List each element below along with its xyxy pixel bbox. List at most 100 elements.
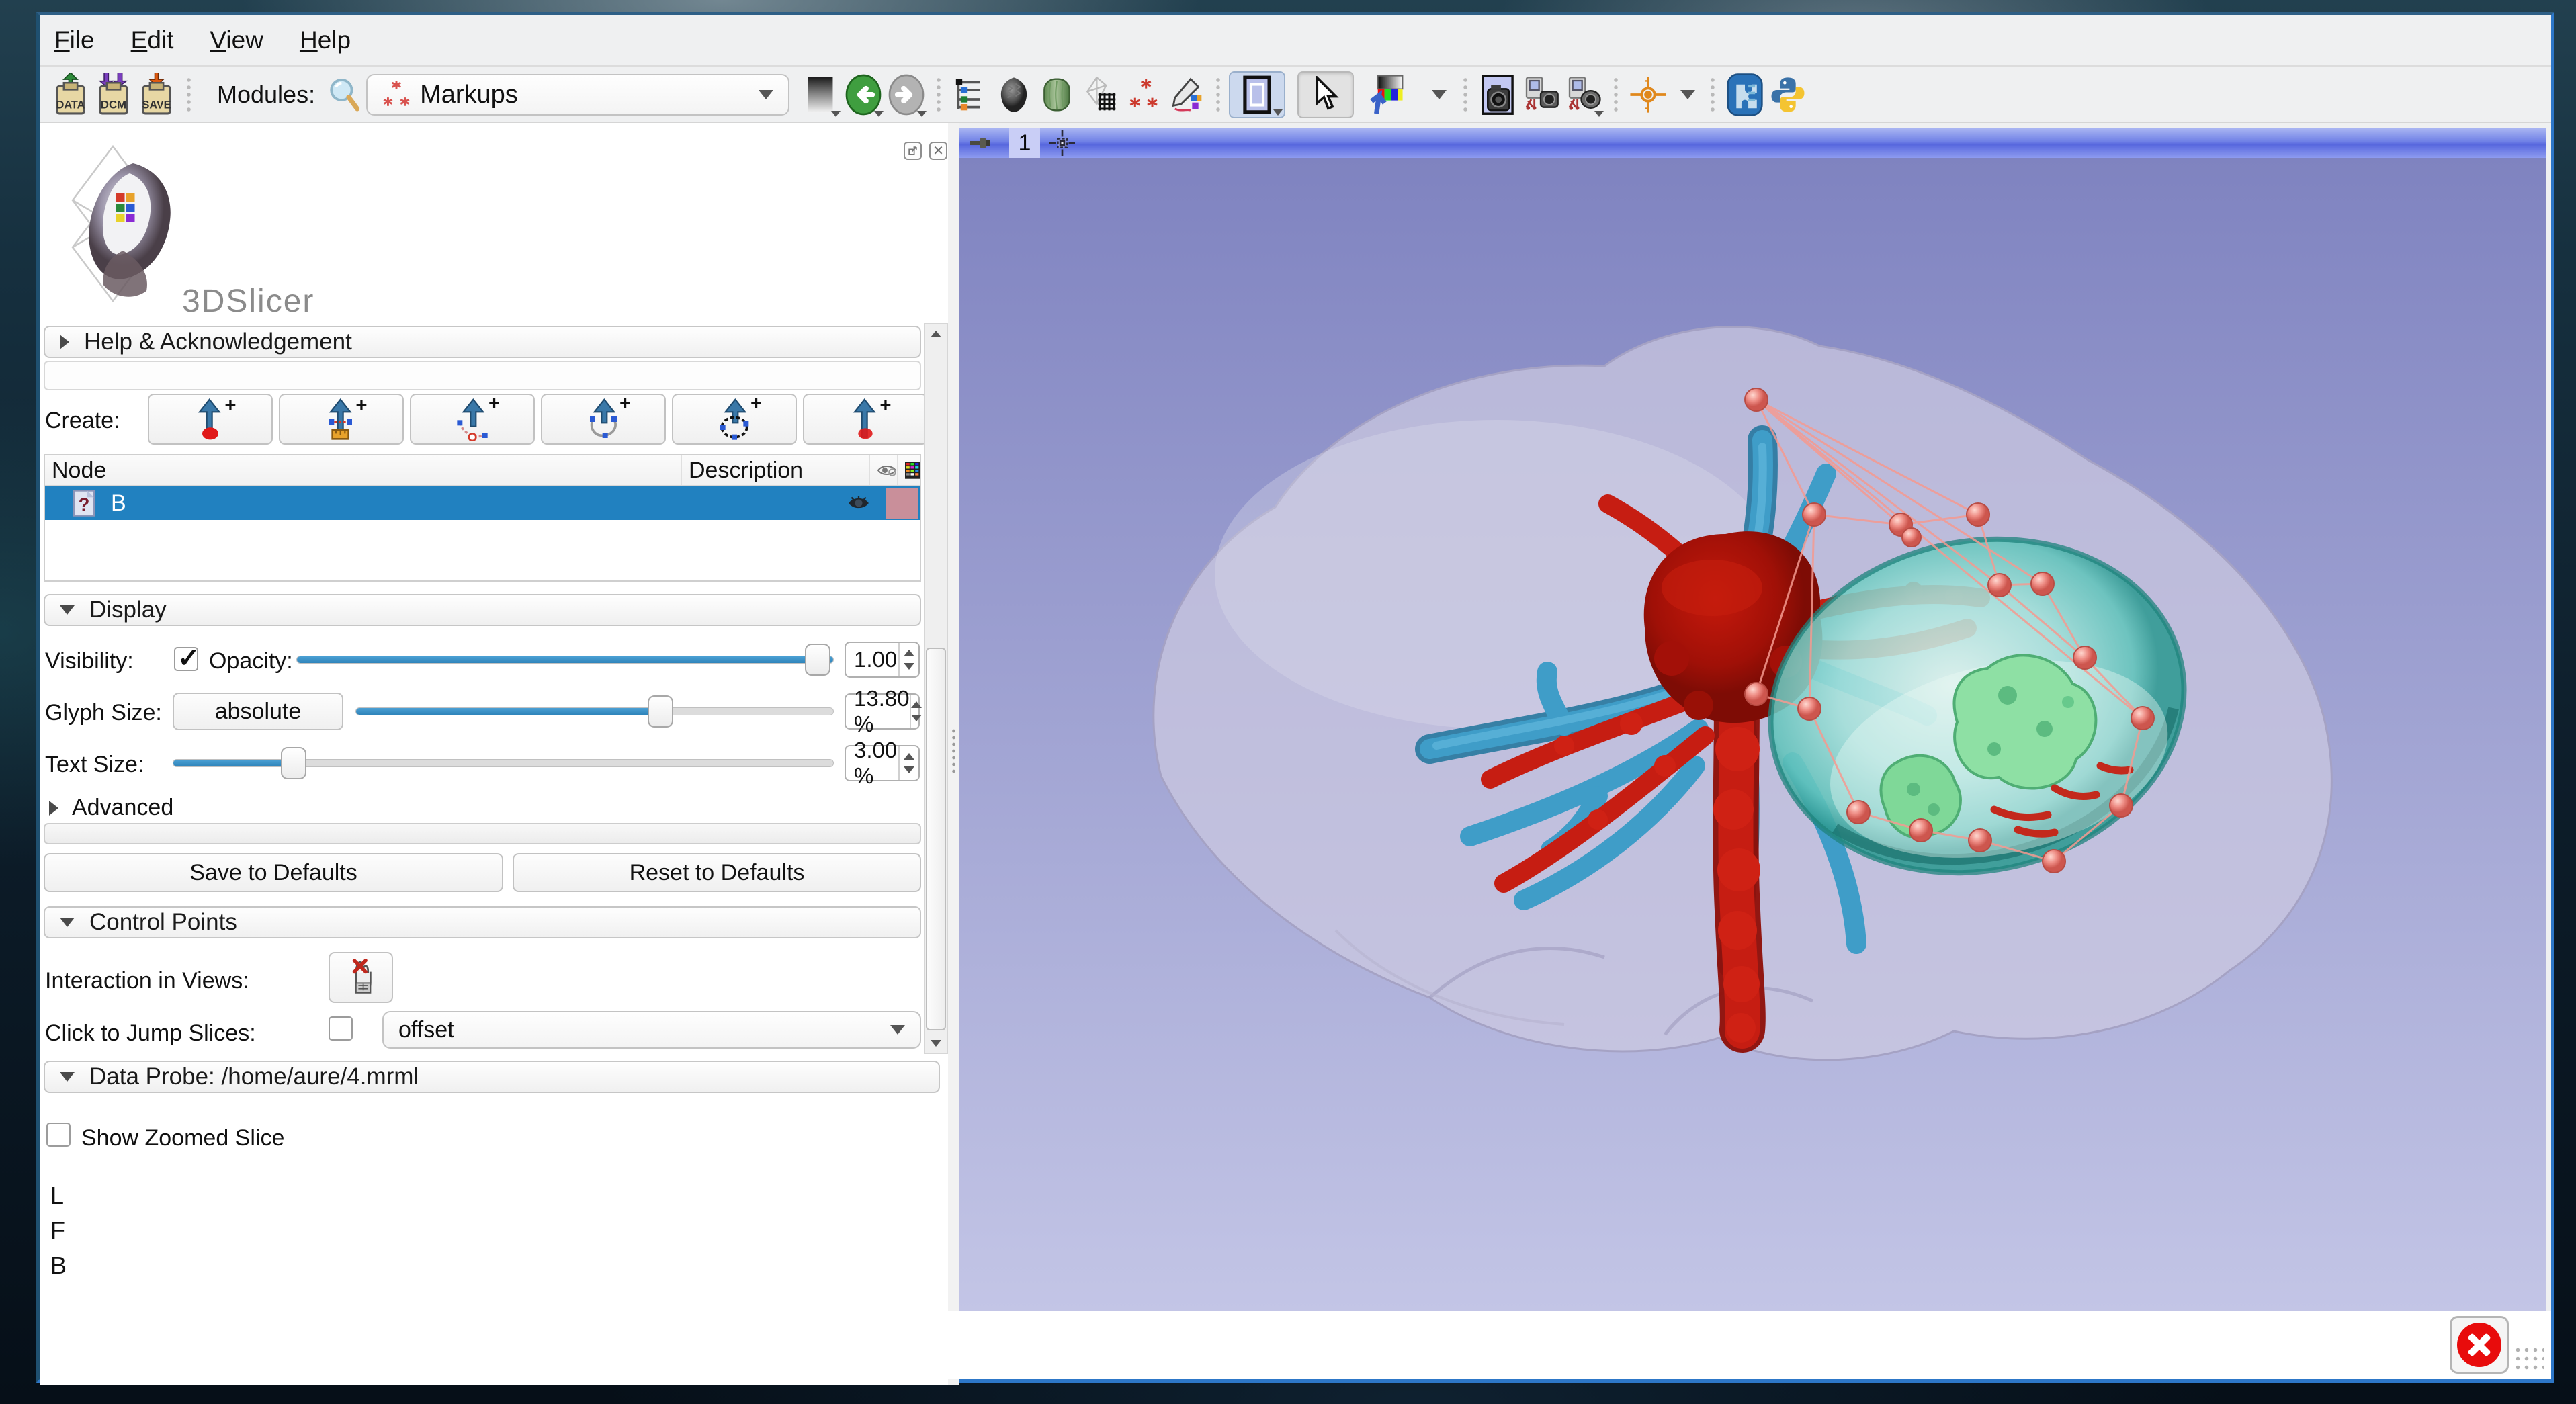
menu-help[interactable]: Help — [300, 26, 351, 54]
main-toolbar: DATA DCM SAVE Modules: Markups — [40, 68, 2551, 123]
advanced-section[interactable]: Advanced — [49, 795, 173, 821]
column-description[interactable]: Description — [682, 455, 870, 485]
modules-selected: Markups — [420, 81, 749, 109]
panel-close-button[interactable]: ✕ — [929, 142, 947, 160]
node-color-swatch[interactable] — [886, 488, 918, 519]
create-open-curve-button[interactable]: + — [541, 394, 666, 445]
section-help-label: Help & Acknowledgement — [84, 328, 352, 355]
interaction-in-views-button[interactable] — [329, 952, 393, 1003]
show-zoomed-slice-checkbox[interactable] — [46, 1123, 71, 1147]
section-help[interactable]: Help & Acknowledgement — [44, 326, 921, 358]
text-size-slider[interactable] — [173, 759, 834, 767]
glyph-size-spinbox[interactable]: 13.80 % — [845, 693, 920, 730]
node-visibility-eye-icon[interactable] — [847, 493, 870, 513]
toolbar-separator — [183, 76, 194, 114]
scene-view-capture-button[interactable] — [1519, 71, 1562, 118]
models-button[interactable] — [1035, 71, 1078, 118]
panel-splitter[interactable] — [948, 123, 959, 1385]
node-row-selected[interactable]: ? B — [45, 486, 920, 520]
opacity-spinbox[interactable]: 1.00 — [845, 642, 920, 678]
transforms-button[interactable] — [1078, 71, 1121, 118]
markups-toolbar-button[interactable] — [1121, 71, 1164, 118]
chevron-down-icon — [1594, 111, 1604, 117]
load-data-button[interactable]: DATA — [49, 71, 92, 118]
module-search-button[interactable] — [323, 71, 366, 118]
scroll-up-button[interactable] — [925, 324, 947, 344]
screenshot-button[interactable] — [1476, 71, 1519, 118]
view-3d: 1 — [959, 128, 2546, 1311]
section-display-label: Display — [89, 597, 167, 623]
section-control-points[interactable]: Control Points — [44, 906, 921, 938]
error-log-button[interactable] — [2450, 1316, 2509, 1374]
section-display[interactable]: Display — [44, 594, 921, 626]
menu-view[interactable]: View — [210, 26, 263, 54]
load-data-icon: DATA — [50, 73, 91, 117]
opacity-slider[interactable] — [296, 656, 834, 664]
save-button[interactable]: SAVE — [135, 71, 178, 118]
scroll-down-button[interactable] — [925, 1033, 947, 1053]
modules-selector[interactable]: Markups — [366, 74, 789, 116]
view-options-crosshair-icon[interactable] — [1049, 130, 1075, 156]
chevron-down-icon — [890, 1025, 905, 1035]
glyph-size-slider[interactable] — [355, 707, 834, 715]
glyph-size-mode-button[interactable]: absolute — [173, 693, 343, 730]
help-collapsed-body — [44, 361, 921, 390]
load-dicom-button[interactable]: DCM — [92, 71, 135, 118]
create-line-button[interactable]: + — [279, 394, 404, 445]
extensions-manager-button[interactable] — [1723, 71, 1766, 118]
scene-view-restore-icon — [1565, 75, 1602, 115]
chevron-down-icon — [1273, 109, 1283, 116]
3d-scene[interactable] — [959, 158, 2546, 1311]
mouse-interaction-button[interactable] — [1297, 71, 1354, 118]
reset-to-defaults-button[interactable]: Reset to Defaults — [513, 853, 921, 892]
visibility-checkbox[interactable] — [174, 647, 198, 671]
column-node[interactable]: Node — [45, 455, 682, 485]
chevron-down-icon — [874, 111, 884, 117]
forward-icon — [887, 73, 926, 116]
column-color[interactable] — [898, 455, 920, 485]
module-history-button[interactable] — [799, 71, 842, 118]
save-to-defaults-button[interactable]: Save to Defaults — [44, 853, 503, 892]
subject-hierarchy-button[interactable] — [949, 71, 992, 118]
chevron-down-icon[interactable] — [1680, 90, 1695, 99]
panel-float-button[interactable] — [904, 142, 922, 160]
create-point-list-button[interactable]: + — [148, 394, 273, 445]
window-level-button[interactable] — [1365, 71, 1408, 118]
scene-view-capture-icon — [1522, 75, 1559, 115]
scene-view-restore-button[interactable] — [1562, 71, 1605, 118]
column-visibility[interactable] — [870, 455, 898, 485]
pin-icon[interactable] — [969, 133, 992, 153]
svg-text:?: ? — [79, 494, 90, 515]
back-button[interactable] — [842, 71, 885, 118]
python-console-button[interactable] — [1766, 71, 1809, 118]
volume-rendering-button[interactable] — [992, 71, 1035, 118]
crosshair-button[interactable] — [1627, 71, 1670, 118]
toolbar-separator — [933, 76, 944, 114]
jump-mode-selector[interactable]: offset — [382, 1011, 921, 1049]
layout-selector-button[interactable] — [1229, 71, 1285, 118]
menu-edit[interactable]: Edit — [131, 26, 174, 54]
annotations-button[interactable] — [1164, 71, 1207, 118]
create-closed-curve-button[interactable]: + — [672, 394, 797, 445]
save-icon: SAVE — [136, 73, 177, 117]
markups-icon — [1124, 75, 1162, 114]
panel-scrollbar[interactable] — [924, 323, 948, 1054]
create-plane-button[interactable]: + — [803, 394, 928, 445]
scrollbar-thumb[interactable] — [926, 648, 946, 1030]
menu-file[interactable]: File — [54, 26, 95, 54]
interaction-in-views-label: Interaction in Views: — [45, 968, 249, 994]
text-size-spinbox[interactable]: 3.00 % — [845, 745, 920, 781]
resize-grip[interactable] — [2514, 1346, 2544, 1374]
click-to-jump-checkbox[interactable] — [329, 1016, 353, 1041]
forward-button[interactable] — [885, 71, 928, 118]
unknown-node-icon: ? — [72, 489, 96, 517]
view-3d-tab[interactable]: 1 — [1009, 128, 1040, 158]
toolbar-separator — [1460, 76, 1471, 114]
create-angle-button[interactable]: + — [410, 394, 535, 445]
chevron-down-icon[interactable] — [1432, 90, 1447, 99]
module-panel: 3DSlicer ✕ Help & Acknowledgement Create… — [40, 123, 948, 1385]
volume-rendering-icon — [995, 75, 1033, 114]
status-strip — [40, 1311, 2551, 1379]
toolbar-separator — [1611, 76, 1621, 114]
section-data-probe[interactable]: Data Probe: /home/aure/4.mrml — [44, 1061, 940, 1093]
